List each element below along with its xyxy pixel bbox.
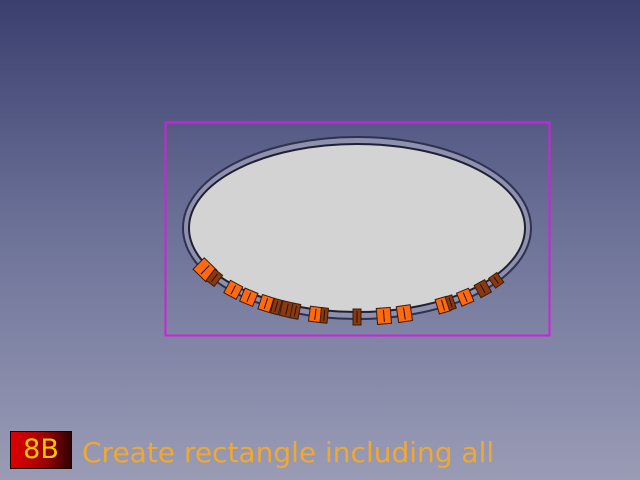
- instruction-caption: Create rectangle including all: [82, 436, 495, 469]
- step-badge: 8B: [10, 431, 72, 469]
- 3d-viewport[interactable]: [0, 0, 640, 480]
